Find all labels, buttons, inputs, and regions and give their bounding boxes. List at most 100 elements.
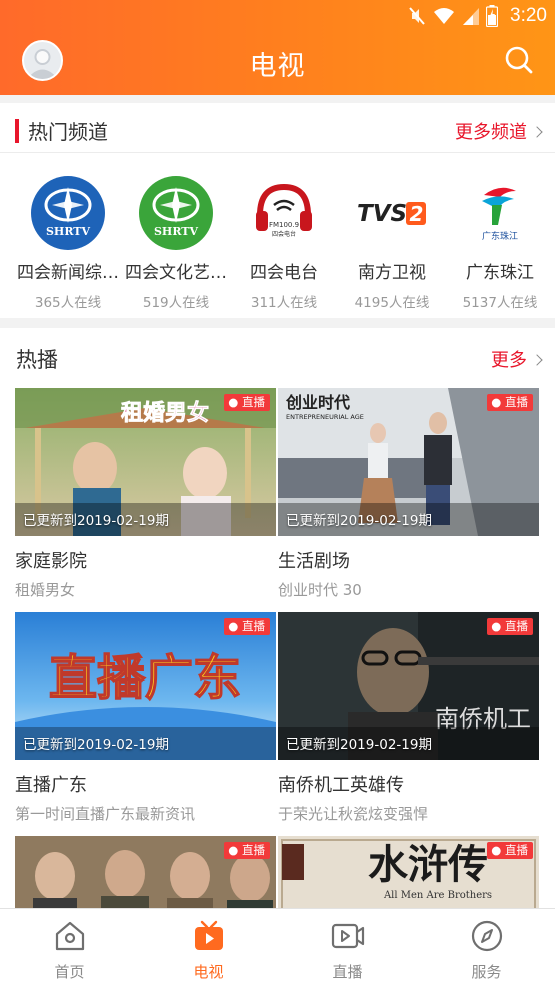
nav-live[interactable]: 直播: [278, 909, 417, 986]
program-thumbnail[interactable]: ● 直播: [15, 836, 276, 918]
page-title: 电视: [249, 51, 306, 82]
svg-text:SHRTV: SHRTV: [154, 225, 198, 238]
channel-item[interactable]: SHRTV 四会文化艺… 519人在线: [120, 175, 232, 311]
program-thumbnail[interactable]: 水浒传 All Men Are Brothers ● 直播: [278, 836, 539, 918]
live-badge: ● 直播: [224, 394, 270, 411]
wifi-icon: [434, 8, 455, 24]
chevron-right-icon: [531, 353, 543, 366]
live-badge: ● 直播: [224, 842, 270, 859]
program-card[interactable]: 直播广东 ● 直播 已更新到2019-02-19期 直播广东 第一时间直播广东最…: [15, 612, 276, 824]
live-badge: ● 直播: [224, 618, 270, 635]
channel-name: 四会新闻综…: [17, 263, 119, 283]
title-bar: 电视: [0, 32, 555, 95]
live-video-icon: [331, 923, 364, 949]
program-thumbnail[interactable]: 直播广东 ● 直播 已更新到2019-02-19期: [15, 612, 276, 760]
live-badge: ● 直播: [487, 394, 533, 411]
more-channels-link[interactable]: 更多频道: [455, 118, 543, 144]
svg-text:租婚男女: 租婚男女: [121, 400, 209, 426]
svg-text:创业时代: 创业时代: [285, 393, 350, 412]
nav-service[interactable]: 服务: [417, 909, 555, 986]
program-subtitle: 创业时代 30: [278, 581, 362, 599]
top-header: 3:20 电视: [0, 0, 555, 95]
update-tag: 已更新到2019-02-19期: [23, 513, 169, 529]
program-card[interactable]: 创业时代 ENTREPRENEURIAL AGE ● 直播 已更新到2019-0…: [278, 388, 539, 600]
program-thumbnail[interactable]: 南侨机工 ● 直播 已更新到2019-02-19期: [278, 612, 539, 760]
nav-label: 直播: [332, 963, 363, 981]
nav-label: 首页: [54, 963, 85, 981]
channel-online-count: 311人在线: [250, 295, 318, 311]
program-subtitle: 第一时间直播广东最新资讯: [15, 805, 196, 823]
program-thumbnail[interactable]: 租婚男女 ● 直播 已更新到2019-02-19期: [15, 388, 276, 536]
svg-text:四会电台: 四会电台: [272, 230, 296, 238]
svg-text:广东珠江: 广东珠江: [482, 230, 518, 242]
hot-play-section: 热播 更多 租婚男女 ● 直播 已更新到2019-02-19期 家庭影院 租婚男…: [0, 328, 555, 918]
program-card[interactable]: 水浒传 All Men Are Brothers ● 直播: [278, 836, 539, 918]
more-channels-label: 更多频道: [455, 122, 527, 143]
nav-label: 服务: [471, 963, 502, 981]
hot-play-header: 热播 更多: [0, 328, 555, 388]
app-screen: 3:20 电视 热门频道 更多频道 SHRTV 四会新闻综… 365人在线 SH…: [0, 0, 555, 986]
channel-name: 四会电台: [250, 263, 318, 283]
channel-list: SHRTV 四会新闻综… 365人在线 SHRTV 四会文化艺… 519人在线 …: [0, 175, 555, 315]
channel-item[interactable]: TVS 2 南方卫视 4195人在线: [336, 175, 448, 311]
battery-icon: [486, 5, 499, 27]
update-tag: 已更新到2019-02-19期: [23, 737, 169, 753]
more-label: 更多: [491, 350, 527, 371]
program-title: 家庭影院: [15, 551, 87, 572]
hot-play-title: 热播: [16, 348, 58, 372]
hot-channels-title: 热门频道: [28, 120, 108, 144]
live-badge: ● 直播: [487, 618, 533, 635]
channel-online-count: 365人在线: [34, 295, 102, 311]
program-card[interactable]: 租婚男女 ● 直播 已更新到2019-02-19期 家庭影院 租婚男女: [15, 388, 276, 600]
svg-text:TVS: TVS: [357, 201, 407, 227]
svg-text:All Men Are Brothers: All Men Are Brothers: [383, 890, 492, 901]
nav-label: 电视: [193, 963, 224, 981]
svg-text:FM100.9: FM100.9: [269, 221, 299, 229]
hot-channels-section: 热门频道 更多频道 SHRTV 四会新闻综… 365人在线 SHRTV 四会文化…: [0, 103, 555, 318]
live-badge: ● 直播: [487, 842, 533, 859]
program-title: 生活剧场: [278, 551, 350, 572]
channel-online-count: 519人在线: [142, 295, 210, 311]
section-marker: [15, 119, 19, 143]
channel-online-count: 5137人在线: [462, 295, 538, 311]
svg-text:ENTREPRENEURIAL AGE: ENTREPRENEURIAL AGE: [286, 413, 364, 421]
channel-item[interactable]: FM100.9 四会电台 四会电台 311人在线: [228, 175, 340, 311]
home-icon: [55, 921, 84, 951]
chevron-right-icon: [531, 125, 543, 138]
channel-item[interactable]: 广东珠江 广东珠江 5137人在线: [444, 175, 555, 311]
nav-tv[interactable]: 电视: [139, 909, 278, 986]
svg-text:2: 2: [410, 202, 424, 226]
signal-icon: [463, 8, 480, 25]
update-tag: 已更新到2019-02-19期: [286, 737, 432, 753]
bottom-navigation: 首页 电视 直播 服务: [0, 908, 555, 986]
shrtv-blue-logo: SHRTV: [30, 175, 106, 251]
compass-icon: [471, 920, 502, 952]
zhujiang-logo: 广东珠江: [462, 175, 538, 251]
svg-text:SHRTV: SHRTV: [46, 225, 90, 238]
channel-item[interactable]: SHRTV 四会新闻综… 365人在线: [12, 175, 124, 311]
status-time: 3:20: [510, 5, 547, 26]
svg-text:直播广东: 直播广东: [49, 650, 241, 706]
nav-home[interactable]: 首页: [0, 909, 139, 986]
svg-text:水浒传: 水浒传: [368, 841, 488, 888]
channel-online-count: 4195人在线: [354, 295, 430, 311]
more-hot-play-link[interactable]: 更多: [491, 346, 543, 372]
shrtv-green-logo: SHRTV: [138, 175, 214, 251]
update-tag: 已更新到2019-02-19期: [286, 513, 432, 529]
program-card[interactable]: ● 直播: [15, 836, 276, 918]
tv-icon: [194, 920, 223, 950]
program-thumbnail[interactable]: 创业时代 ENTREPRENEURIAL AGE ● 直播 已更新到2019-0…: [278, 388, 539, 536]
status-bar: 3:20: [0, 0, 555, 32]
radio-headphone-logo: FM100.9 四会电台: [246, 175, 322, 251]
program-title: 南侨机工英雄传: [278, 775, 404, 796]
search-icon[interactable]: [503, 44, 535, 76]
status-icons: 3:20: [408, 5, 547, 27]
channel-name: 四会文化艺…: [125, 263, 227, 283]
hot-channels-header: 热门频道 更多频道: [0, 103, 555, 153]
channel-name: 广东珠江: [466, 263, 534, 283]
program-card[interactable]: 南侨机工 ● 直播 已更新到2019-02-19期 南侨机工英雄传 于荣光让秋瓷…: [278, 612, 539, 824]
channel-name: 南方卫视: [358, 263, 426, 283]
mute-icon: [409, 7, 425, 25]
program-subtitle: 于荣光让秋瓷炫变强悍: [278, 805, 429, 823]
tvs2-logo: TVS 2: [354, 175, 430, 251]
